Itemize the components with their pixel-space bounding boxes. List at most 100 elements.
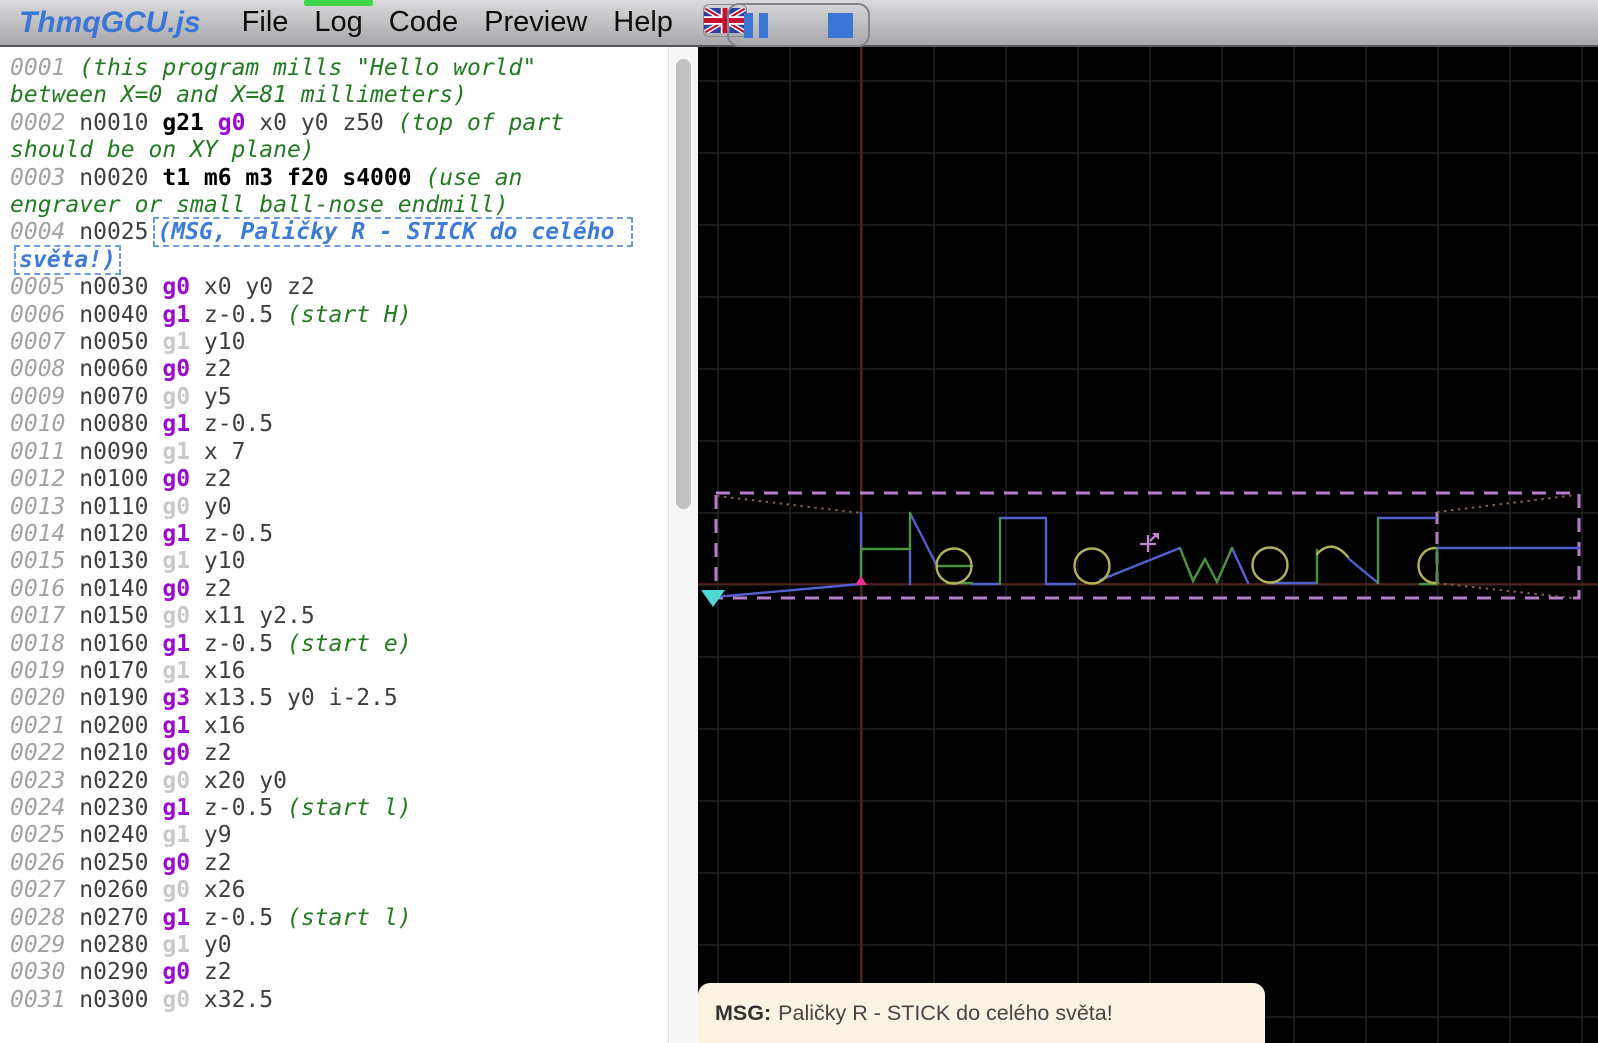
gcode-token: x16 [204, 658, 246, 684]
line-number: 0016 [10, 576, 79, 602]
gcode-token: g1 [162, 329, 204, 355]
gcode-token: n0170 [79, 658, 162, 684]
gcode-line: 0017 n0150 g0 x11 y2.5 [10, 603, 640, 630]
gcode-token: g0 [162, 356, 204, 382]
gcode-token: z2 [204, 959, 232, 985]
menu-item-code[interactable]: Code [376, 0, 471, 45]
gcode-log-panel[interactable]: 0001 (this program mills "Hello world" b… [0, 47, 668, 1043]
gcode-line: 0009 n0070 g0 y5 [10, 384, 640, 411]
gcode-token: n0140 [79, 576, 162, 602]
toolpath-viewer[interactable] [698, 47, 1598, 1043]
comment: (start H) [287, 302, 412, 328]
gcode-token: g0 [162, 959, 204, 985]
gcode-token: g1 [162, 631, 204, 657]
gcode-token: n0030 [79, 274, 162, 300]
gcode-token: g0 [162, 987, 204, 1013]
gcode-token: g0 [162, 740, 204, 766]
gcode-line: 0010 n0080 g1 z-0.5 [10, 411, 640, 438]
gcode-line: 0018 n0160 g1 z-0.5 (start e) [10, 631, 640, 658]
gcode-token: x20 y0 [204, 768, 287, 794]
menu-item-preview[interactable]: Preview [471, 0, 600, 45]
gcode-line: 0029 n0280 g1 y0 [10, 932, 640, 959]
gcode-token: n0300 [79, 987, 162, 1013]
gcode-listing: 0001 (this program mills "Hello world" b… [0, 47, 640, 1014]
code-scrollbar[interactable] [668, 47, 699, 1043]
comment: (start l) [287, 795, 412, 821]
gcode-line: 0026 n0250 g0 z2 [10, 850, 640, 877]
gcode-token: x16 [204, 713, 246, 739]
line-number: 0026 [10, 850, 79, 876]
gcode-token: n0190 [79, 685, 162, 711]
pause-icon [744, 13, 753, 38]
gcode-token: z-0.5 [204, 411, 273, 437]
menu-items: FileLogCodePreviewHelp [229, 0, 686, 45]
msg-text: Paličky R - STICK do celého světa! [778, 1001, 1113, 1026]
gcode-line: 0028 n0270 g1 z-0.5 (start l) [10, 905, 640, 932]
gcode-line: 0022 n0210 g0 z2 [10, 740, 640, 767]
gcode-token: y9 [204, 822, 232, 848]
gcode-line: 0016 n0140 g0 z2 [10, 576, 640, 603]
gcode-token: g0 [162, 768, 204, 794]
gcode-line: 0012 n0100 g0 z2 [10, 466, 640, 493]
line-number: 0027 [10, 877, 79, 903]
gcode-token: g0 [162, 384, 204, 410]
line-number: 0021 [10, 713, 79, 739]
gcode-token: n0110 [79, 494, 162, 520]
gcode-token: n0250 [79, 850, 162, 876]
line-number: 0008 [10, 356, 79, 382]
gcode-line: 0025 n0240 g1 y9 [10, 822, 640, 849]
gcode-token: n0010 [79, 110, 162, 136]
gcode-token: g0 [162, 603, 204, 629]
gcode-token: y0 [204, 932, 232, 958]
gcode-line: 0023 n0220 g0 x20 y0 [10, 768, 640, 795]
gcode-token: g1 [162, 905, 204, 931]
gcode-token: z2 [204, 576, 232, 602]
msg-label: MSG: [715, 1001, 771, 1026]
menu-item-log[interactable]: Log [301, 0, 375, 45]
gcode-token: g0 [162, 850, 204, 876]
gcode-line: 0007 n0050 g1 y10 [10, 329, 640, 356]
stop-button[interactable] [828, 13, 853, 38]
gcode-line: 0021 n0200 g1 x16 [10, 713, 640, 740]
menu-item-file[interactable]: File [229, 0, 302, 45]
gcode-token: y10 [204, 329, 246, 355]
run-controls [727, 3, 870, 47]
gcode-token: y0 [204, 494, 232, 520]
gcode-token: n0060 [79, 356, 162, 382]
gcode-token: x0 y0 z2 [204, 274, 315, 300]
gcode-token: z2 [204, 356, 232, 382]
gcode-token: z-0.5 [204, 905, 287, 931]
gcode-token: g0 [218, 110, 260, 136]
gcode-token: g1 [162, 932, 204, 958]
gcode-token: g1 [162, 822, 204, 848]
line-number: 0006 [10, 302, 79, 328]
gcode-token: g1 [162, 795, 204, 821]
gcode-token: g0 [162, 576, 204, 602]
gcode-token: z-0.5 [204, 631, 287, 657]
line-number: 0019 [10, 658, 79, 684]
gcode-token: g1 [162, 521, 204, 547]
gcode-line: 0013 n0110 g0 y0 [10, 494, 640, 521]
gcode-line: 0005 n0030 g0 x0 y0 z2 [10, 274, 640, 301]
line-number: 0024 [10, 795, 79, 821]
gcode-token: n0260 [79, 877, 162, 903]
pause-button[interactable] [744, 13, 768, 38]
gcode-line: 0006 n0040 g1 z-0.5 (start H) [10, 302, 640, 329]
scrollbar-thumb[interactable] [676, 59, 691, 509]
gcode-token: g0 [162, 877, 204, 903]
comment: (start l) [287, 905, 412, 931]
comment: (start e) [287, 631, 412, 657]
line-number: 0013 [10, 494, 79, 520]
menu-item-help[interactable]: Help [600, 0, 686, 45]
line-number: 0007 [10, 329, 79, 355]
gcode-token: n0210 [79, 740, 162, 766]
gcode-token: g1 [162, 548, 204, 574]
gcode-token: x0 y0 z50 [259, 110, 397, 136]
gcode-token: g0 [162, 466, 204, 492]
gcode-token: x 7 [204, 439, 246, 465]
gcode-token: z2 [204, 740, 232, 766]
gcode-token: g1 [162, 713, 204, 739]
gcode-token: n0240 [79, 822, 162, 848]
line-number: 0029 [10, 932, 79, 958]
gcode-token: x26 [204, 877, 246, 903]
